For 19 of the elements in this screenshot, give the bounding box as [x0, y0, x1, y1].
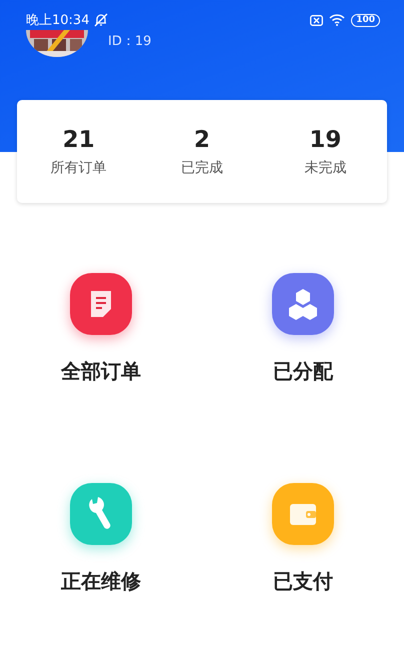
stat-value: 21: [62, 126, 95, 152]
cubes-icon[interactable]: [272, 273, 334, 335]
stat-label: 已完成: [180, 158, 223, 176]
stat-label: 未完成: [304, 158, 346, 176]
wifi-icon: [329, 14, 346, 26]
stat-value: 2: [194, 126, 210, 152]
menu-label[interactable]: 正在维修: [61, 568, 141, 595]
stat-value: 19: [309, 126, 342, 152]
user-id: ID：19: [108, 33, 152, 50]
sim-icon: [310, 14, 324, 26]
menu-label[interactable]: 已分配: [273, 358, 333, 385]
status-time: 晚上10:34: [26, 12, 90, 29]
bell-off-icon: [94, 13, 108, 27]
document-icon[interactable]: [70, 273, 132, 335]
menu-label[interactable]: 已支付: [273, 568, 333, 595]
menu-label[interactable]: 全部订单: [61, 358, 141, 385]
stat-label: 所有订单: [50, 158, 107, 176]
wrench-icon[interactable]: [70, 483, 132, 545]
battery-level: 100: [351, 14, 380, 26]
